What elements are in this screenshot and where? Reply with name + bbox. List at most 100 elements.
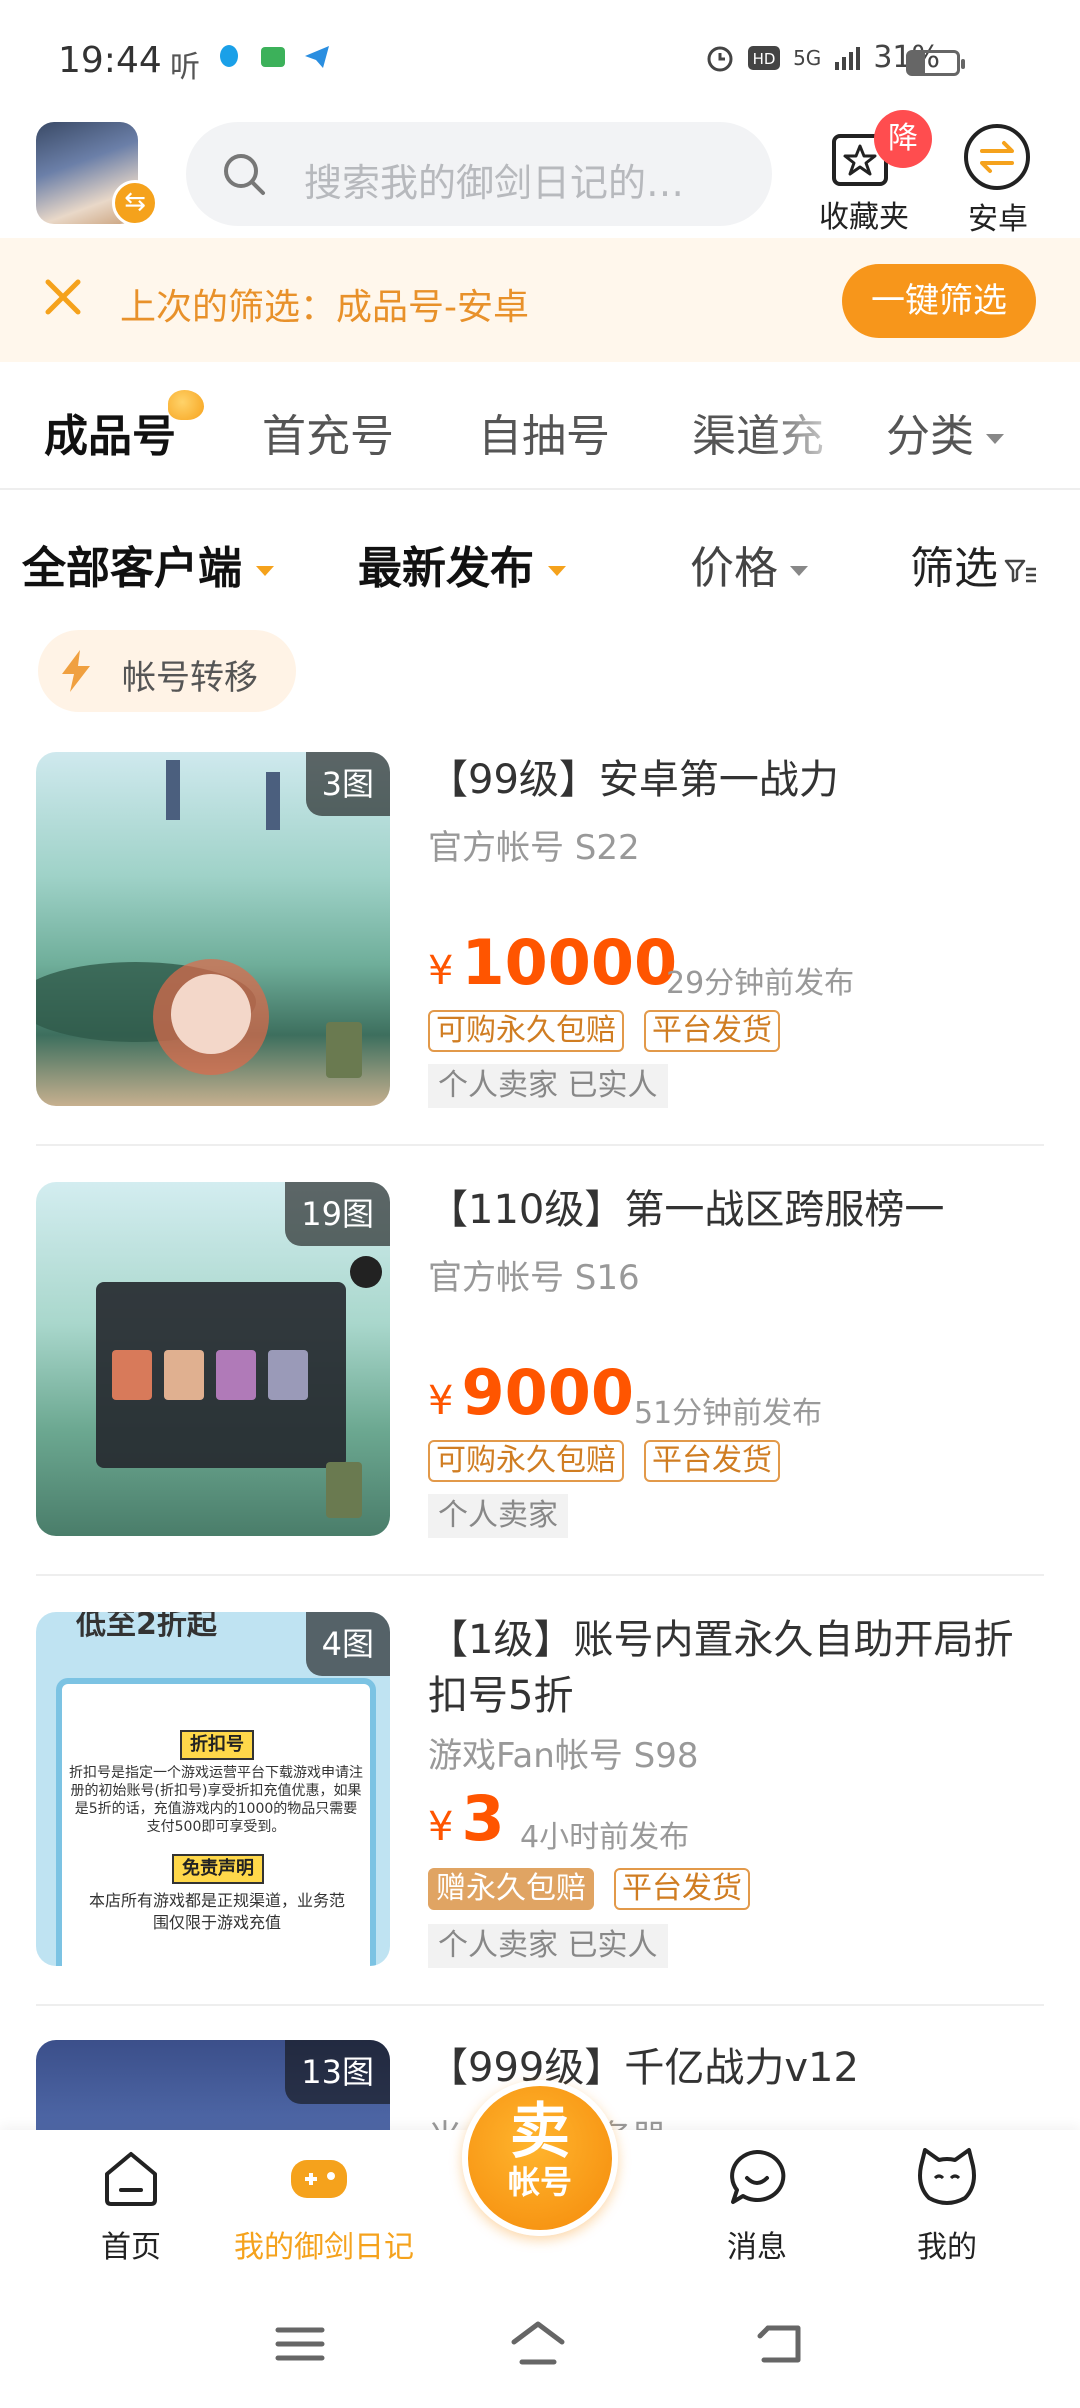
- latest-sort-label: 最新发布: [358, 543, 534, 594]
- listing-price: ¥3: [428, 1782, 505, 1855]
- last-filter-text: 上次的筛选：成品号-安卓: [120, 287, 529, 328]
- divider: [36, 2004, 1044, 2006]
- chevron-down-icon: [986, 434, 1004, 444]
- listing-thumbnail: 3图: [36, 752, 390, 1106]
- currency-symbol: ¥: [428, 1378, 454, 1424]
- network-label: 5G: [793, 45, 822, 70]
- client-filter-label: 全部客户端: [22, 543, 242, 594]
- status-system-icons: HD 5G 31%: [705, 40, 940, 75]
- tab-category[interactable]: 分类: [886, 400, 1004, 464]
- nav-game[interactable]: 我的御剑日记: [234, 2146, 414, 2266]
- listing-thumbnail: 13图: [36, 2040, 390, 2130]
- gamepad-icon: [291, 2160, 347, 2198]
- listing-tags: 可购永久包赔 平台发货: [428, 1440, 780, 1482]
- filter-button[interactable]: 筛选: [910, 532, 1038, 596]
- thumb-body-discount: 折扣号是指定一个游戏运营平台下载游戏申请注册的初始账号(折扣号)享受折扣充值优惠…: [69, 1765, 363, 1835]
- listing-thumbnail: 19图: [36, 1182, 390, 1536]
- currency-symbol: ¥: [428, 1804, 454, 1850]
- status-time: 19:44: [58, 40, 162, 81]
- image-count-badge: 19图: [285, 1182, 390, 1246]
- last-filter-banner: 上次的筛选：成品号-安卓 一键筛选: [0, 238, 1080, 362]
- status-notification-icons: 听: [170, 42, 332, 86]
- battery-icon: [906, 50, 965, 76]
- currency-symbol: ¥: [428, 948, 454, 994]
- filter-icon: [1004, 559, 1036, 583]
- listing-subtitle: 官方帐号 S22: [428, 828, 640, 868]
- tab-self-draw[interactable]: 自抽号: [478, 400, 610, 464]
- publish-time: 29分钟前发布: [666, 966, 855, 1001]
- message-icon: [730, 2149, 786, 2204]
- chevron-down-icon: [256, 566, 274, 576]
- home-system-icon[interactable]: [510, 2320, 566, 2368]
- image-count-badge: 13图: [285, 2040, 390, 2104]
- price-value: 3: [461, 1782, 505, 1855]
- insurance-tag: 可购永久包赔: [428, 1440, 624, 1482]
- chevron-down-icon: [790, 566, 808, 576]
- price-sort-dropdown[interactable]: 价格: [690, 532, 808, 596]
- price-drop-badge: 降: [874, 110, 932, 168]
- platform-switch-button[interactable]: 安卓: [952, 122, 1044, 237]
- client-filter-dropdown[interactable]: 全部客户端: [22, 532, 274, 596]
- nav-profile[interactable]: 我的: [862, 2146, 1032, 2266]
- cat-profile-icon: [918, 2148, 976, 2205]
- switch-arrows-icon: [964, 124, 1030, 190]
- chevron-down-icon: [548, 566, 566, 576]
- listen-icon: 听: [170, 50, 200, 85]
- menu-icon[interactable]: [272, 2320, 328, 2368]
- divider: [36, 1144, 1044, 1146]
- seller-badge: 个人卖家 已实人: [428, 1924, 668, 1968]
- nav-profile-label: 我的: [917, 2230, 977, 2265]
- divider: [36, 1574, 1044, 1576]
- back-icon[interactable]: [752, 2320, 808, 2368]
- tab-first-charge[interactable]: 首充号: [262, 400, 394, 464]
- image-count-badge: 3图: [305, 752, 390, 816]
- platform-delivery-tag: 平台发货: [644, 1010, 780, 1052]
- listing-item[interactable]: 19图 【110级】第一战区跨服榜一 官方帐号 S16 ¥9000 51分钟前发…: [0, 1182, 1080, 1572]
- status-bar: 19:44 听 HD 5G 31%: [0, 0, 1080, 120]
- lightning-icon: [62, 650, 90, 692]
- signal-icon: [835, 46, 861, 70]
- nav-messages[interactable]: 消息: [672, 2146, 842, 2266]
- price-sort-label: 价格: [690, 543, 778, 594]
- search-icon: [224, 154, 265, 195]
- thumb-badge-discount: 折扣号: [180, 1730, 254, 1760]
- seller-badge: 个人卖家 已实人: [428, 1064, 668, 1108]
- image-count-badge: 4图: [305, 1612, 390, 1676]
- listing-title: 【1级】账号内置永久自助开局折扣号5折: [428, 1617, 1014, 1719]
- sell-button-big-label: 卖: [510, 2097, 570, 2167]
- account-transfer-chip[interactable]: 帐号转移: [38, 630, 296, 712]
- search-bar[interactable]: 搜索我的御剑日记的…: [186, 122, 772, 226]
- thumb-badge-disclaimer: 免责声明: [172, 1854, 264, 1884]
- platform-delivery-tag: 平台发货: [614, 1868, 750, 1910]
- listing-price: ¥10000: [428, 926, 677, 999]
- nav-home[interactable]: 首页: [46, 2146, 216, 2266]
- listing-item[interactable]: 3图 【99级】安卓第一战力 官方帐号 S22 ¥10000 29分钟前发布 可…: [0, 752, 1080, 1142]
- close-icon[interactable]: [40, 274, 86, 320]
- thumb-body-disclaimer: 本店所有游戏都是正规渠道，业务范围仅限于游戏充值: [88, 1891, 345, 1932]
- qq-icon: [220, 45, 238, 67]
- favorites-label: 收藏夹: [819, 200, 909, 235]
- nav-home-label: 首页: [101, 2230, 161, 2265]
- app-icon: [261, 47, 285, 67]
- listing-title: 【99级】安卓第一战力: [428, 757, 839, 803]
- filter-label: 筛选: [910, 543, 998, 594]
- sell-account-button[interactable]: 卖 帐号: [462, 2080, 618, 2236]
- latest-sort-dropdown[interactable]: 最新发布: [358, 532, 566, 596]
- price-value: 9000: [461, 1356, 635, 1429]
- price-value: 10000: [461, 926, 678, 999]
- nav-game-label: 我的御剑日记: [234, 2230, 414, 2265]
- platform-label: 安卓: [968, 202, 1028, 237]
- listing-price: ¥9000: [428, 1356, 634, 1429]
- apply-filter-button[interactable]: 一键筛选: [842, 264, 1036, 338]
- tab-category-label: 分类: [886, 411, 974, 462]
- listing-subtitle: 游戏Fan帐号 S98: [428, 1736, 699, 1776]
- insurance-tag: 赠永久包赔: [428, 1868, 594, 1910]
- home-icon: [105, 2152, 157, 2206]
- telegram-icon: [305, 46, 329, 68]
- thumb-headline: 低至2折起: [76, 1612, 217, 1642]
- listing-item[interactable]: 低至2折起 折扣号 折扣号是指定一个游戏运营平台下载游戏申请注册的初始账号(折扣…: [0, 1612, 1080, 2002]
- sell-button-small-label: 帐号: [507, 2163, 572, 2201]
- favorites-button[interactable]: 降 收藏夹: [808, 110, 932, 235]
- tab-finished-account[interactable]: 成品号: [44, 400, 176, 464]
- switch-game-icon[interactable]: ⇆: [112, 180, 158, 226]
